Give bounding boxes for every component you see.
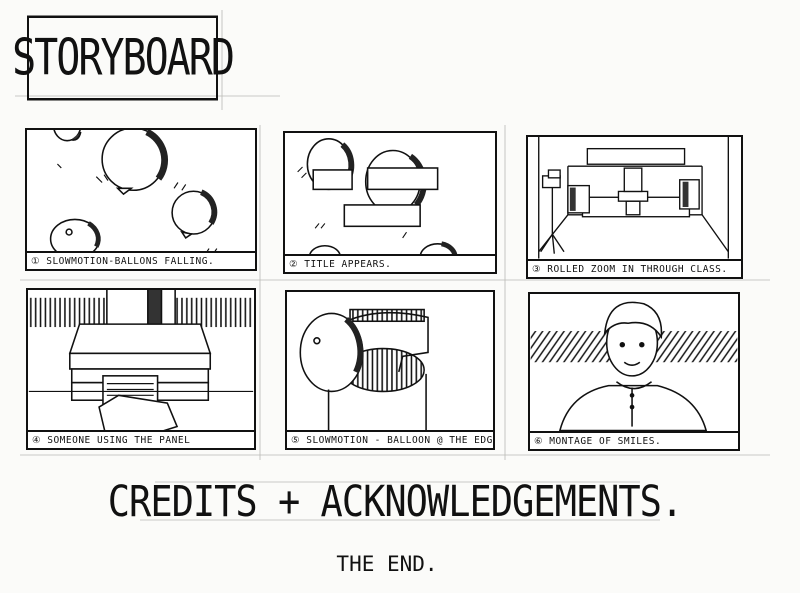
balloons-falling-sketch xyxy=(49,130,218,260)
storyboard-panel-3: ③ ROLLED ZOOM IN THROUGH CLASS. xyxy=(526,135,743,279)
storyboard-title: STORYBOARD xyxy=(12,15,235,101)
balloon-at-edge-sketch xyxy=(299,308,429,431)
title-appears-sketch xyxy=(297,138,458,258)
panel-6-caption: ⑥ MONTAGE OF SMILES. xyxy=(530,431,738,449)
smiling-person-sketch xyxy=(530,301,738,432)
panel-2-caption: ② TITLE APPEARS. xyxy=(285,254,495,272)
credits-heading: CREDITS + ACKNOWLEDGEMENTS. xyxy=(107,476,683,526)
storyboard-panel-1: ① SLOWMOTION-BALLONS FALLING. xyxy=(25,128,257,271)
storyboard-panel-6: ⑥ MONTAGE OF SMILES. xyxy=(528,292,740,451)
classroom-zoom-sketch xyxy=(538,137,729,259)
panel-4-caption: ④ SOMEONE USING THE PANEL xyxy=(28,430,254,448)
the-end-text: THE END. xyxy=(336,552,438,576)
storyboard-panel-2: ② TITLE APPEARS. xyxy=(283,131,497,274)
panel-1-caption: ① SLOWMOTION-BALLONS FALLING. xyxy=(27,251,255,269)
panel-3-caption: ③ ROLLED ZOOM IN THROUGH CLASS. xyxy=(528,259,741,277)
storyboard-panel-5: ⑤ SLOWMOTION - BALLOON @ THE EDGE xyxy=(285,290,495,450)
hand-using-panel-sketch xyxy=(28,290,254,448)
panel-5-caption: ⑤ SLOWMOTION - BALLOON @ THE EDGE xyxy=(287,430,493,448)
storyboard-panel-4: ④ SOMEONE USING THE PANEL xyxy=(26,288,256,450)
